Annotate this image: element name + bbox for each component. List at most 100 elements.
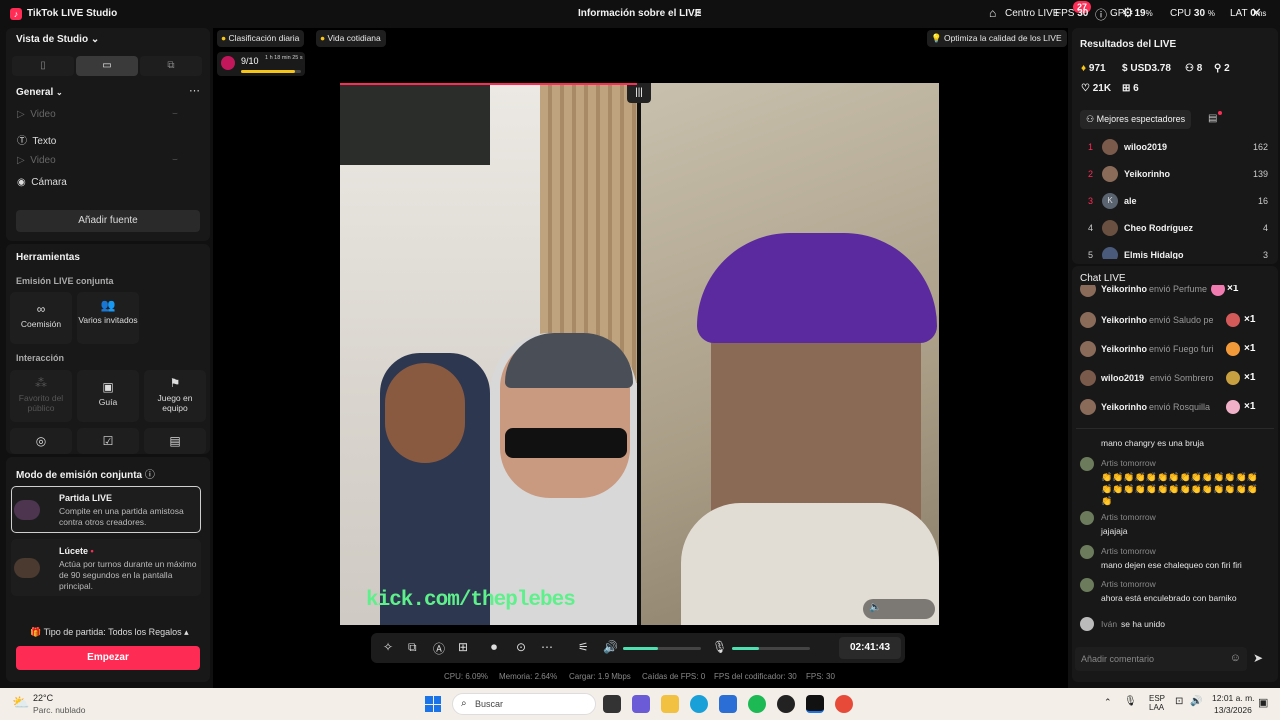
mic-tray-icon[interactable]: 🎙: [1124, 696, 1137, 707]
source-row[interactable]: ◉ Cámara: [17, 177, 67, 188]
volume-icon[interactable]: 🔈: [869, 602, 881, 613]
gift-icon: [1226, 313, 1240, 327]
tiktok-logo-icon: ♪: [10, 8, 22, 20]
more-options-icon[interactable]: ⋯: [541, 640, 553, 654]
help-circle-icon[interactable]: ⓘ: [145, 470, 155, 481]
more-options-icon[interactable]: ⋯: [189, 84, 200, 97]
top-viewer-row[interactable]: 2 Yeikorinho 139: [1080, 166, 1268, 184]
speaker-icon[interactable]: 🔊: [603, 640, 618, 654]
viewer-rank: 2: [1088, 169, 1094, 179]
tray-chevron-icon[interactable]: ⌃: [1104, 697, 1112, 708]
home-icon[interactable]: ⌂: [989, 6, 996, 20]
audio-mixer-icon[interactable]: ⚟: [578, 640, 589, 654]
team-icon: ⚑: [169, 376, 181, 390]
file-explorer-icon[interactable]: [661, 695, 679, 713]
gifts-value: 6: [1133, 83, 1139, 94]
rank-progress-widget[interactable]: 9/10 1 h 18 min 25 s: [217, 52, 305, 76]
comment-input[interactable]: Añadir comentario ☺: [1075, 647, 1247, 671]
top-viewer-row[interactable]: 1 wiloo2019 162: [1080, 139, 1268, 157]
avatar: [1080, 511, 1094, 525]
edge-icon[interactable]: [690, 695, 708, 713]
start-button[interactable]: Empezar: [16, 646, 200, 670]
taskbar-search[interactable]: ⌕ Buscar: [452, 693, 596, 715]
magic-wand-icon[interactable]: ✧: [383, 640, 393, 654]
app-icon[interactable]: [777, 695, 795, 713]
emoji-icon[interactable]: ☺: [1230, 652, 1241, 664]
add-source-button[interactable]: Añadir fuente: [16, 210, 200, 232]
mode-description: Compite en una partida amistosa contra o…: [59, 506, 184, 527]
weather-icon[interactable]: ⛅: [12, 694, 29, 711]
box-tool[interactable]: ▤: [144, 428, 206, 454]
chrome-icon[interactable]: [835, 695, 853, 713]
message-text: ahora está enculebrado con barniko: [1101, 593, 1237, 603]
live-center-link[interactable]: Centro LIVE: [1005, 8, 1059, 19]
tiktok-icon[interactable]: [806, 695, 824, 713]
left-camera-feed: kick.com/theplebes: [340, 83, 637, 625]
windows-start-icon[interactable]: [425, 696, 441, 712]
mic-volume-slider[interactable]: [732, 647, 810, 650]
network-icon[interactable]: ⊡: [1175, 696, 1183, 707]
studio-view-label: Vista de Studio: [16, 34, 89, 45]
settings-gear-icon[interactable]: ⚙: [1122, 5, 1134, 21]
store-icon[interactable]: [719, 695, 737, 713]
capture-icon[interactable]: ⧉: [408, 640, 417, 655]
portrait-orientation-button[interactable]: ▯: [12, 56, 74, 76]
audience-favorite-tool[interactable]: ⁂ Favorito del público: [10, 370, 72, 422]
microphone-icon[interactable]: 🎙: [712, 640, 727, 654]
leaderboard-icon[interactable]: ▤: [1208, 113, 1217, 124]
top-viewer-row[interactable]: 5 Elmis Hidalgo 3: [1080, 247, 1268, 259]
optimize-quality-pill[interactable]: 💡 Optimiza la calidad de los LIVE: [927, 30, 1067, 47]
source-row[interactable]: ▷ Video: [17, 109, 56, 120]
guide-tool[interactable]: ▣ Guía: [77, 370, 139, 422]
help-icon[interactable]: ⓘ: [1095, 6, 1107, 23]
source-row[interactable]: Ⓣ Texto: [17, 132, 56, 147]
viewers-icon: ⚇: [1185, 63, 1194, 74]
daily-ranking-pill[interactable]: ● Clasificación diaria: [217, 30, 305, 47]
sender-name: Yeikorinho: [1101, 285, 1148, 294]
visibility-icon[interactable]: ⌣: [172, 108, 178, 119]
language-indicator[interactable]: ESP LAA: [1149, 694, 1165, 712]
lang-code: ESP: [1149, 694, 1166, 703]
task-view-icon[interactable]: [603, 695, 621, 713]
teams-icon[interactable]: [632, 695, 650, 713]
viewer-rank: 3: [1088, 196, 1094, 206]
studio-view-dropdown[interactable]: Vista de Studio ⌄: [16, 34, 99, 45]
chat-title: Chat LIVE: [1080, 273, 1126, 284]
notification-icon[interactable]: ▣: [1258, 696, 1268, 709]
cpu-value: 30: [1193, 8, 1206, 19]
dual-orientation-button[interactable]: ⧉: [140, 56, 202, 76]
top-viewer-row[interactable]: 4 Cheo Rodríguez 4: [1080, 220, 1268, 238]
top-viewer-row[interactable]: 3 Kale 16: [1080, 193, 1268, 211]
audio-levels-icon[interactable]: |||: [627, 83, 651, 103]
visibility-icon[interactable]: ⌣: [172, 154, 178, 165]
share-icon[interactable]: ⇗: [693, 7, 702, 20]
source-row[interactable]: ▷ Video: [17, 155, 56, 166]
portrait-icon: ▯: [40, 60, 46, 71]
general-scene-dropdown[interactable]: General ⌄: [16, 87, 63, 98]
close-icon[interactable]: ✕: [1251, 5, 1262, 21]
guest-controls[interactable]: 🔈: [863, 599, 935, 619]
category-pill[interactable]: ● Vida cotidiana: [316, 30, 386, 47]
replay-icon[interactable]: ⊙: [516, 640, 526, 654]
live-info-title[interactable]: Información sobre el LIVE: [578, 8, 701, 19]
multi-guest-tool[interactable]: 👥 Varios invitados: [77, 292, 139, 344]
sender-name: Yeikorinho: [1101, 315, 1148, 325]
team-game-tool[interactable]: ⚑ Juego en equipo: [144, 370, 206, 422]
match-type-dropdown[interactable]: 🎁 Tipo de partida: Todos los Regalos ▴: [30, 627, 189, 638]
gift-count: ×1: [1244, 314, 1256, 325]
speaker-volume-slider[interactable]: [623, 647, 701, 650]
record-icon[interactable]: ⏺: [491, 640, 497, 655]
sender-name: Yeikorinho: [1101, 402, 1148, 412]
ai-icon[interactable]: Ⓐ: [433, 640, 445, 657]
check-tool[interactable]: ☑: [77, 428, 139, 454]
landscape-orientation-button[interactable]: ▭: [76, 56, 138, 76]
top-viewers-tab[interactable]: ⚇ Mejores espectadores: [1080, 110, 1192, 129]
spotify-icon[interactable]: [748, 695, 766, 713]
rank-progress-fill: [241, 70, 295, 73]
send-icon[interactable]: ➤: [1253, 651, 1263, 665]
volume-tray-icon[interactable]: 🔊: [1190, 696, 1202, 707]
target-tool[interactable]: ◎: [10, 428, 72, 454]
viewer-score: 4: [1262, 223, 1268, 233]
co-host-tool[interactable]: ∞ Coemisión: [10, 292, 72, 344]
add-screen-icon[interactable]: ⊞: [458, 640, 468, 654]
